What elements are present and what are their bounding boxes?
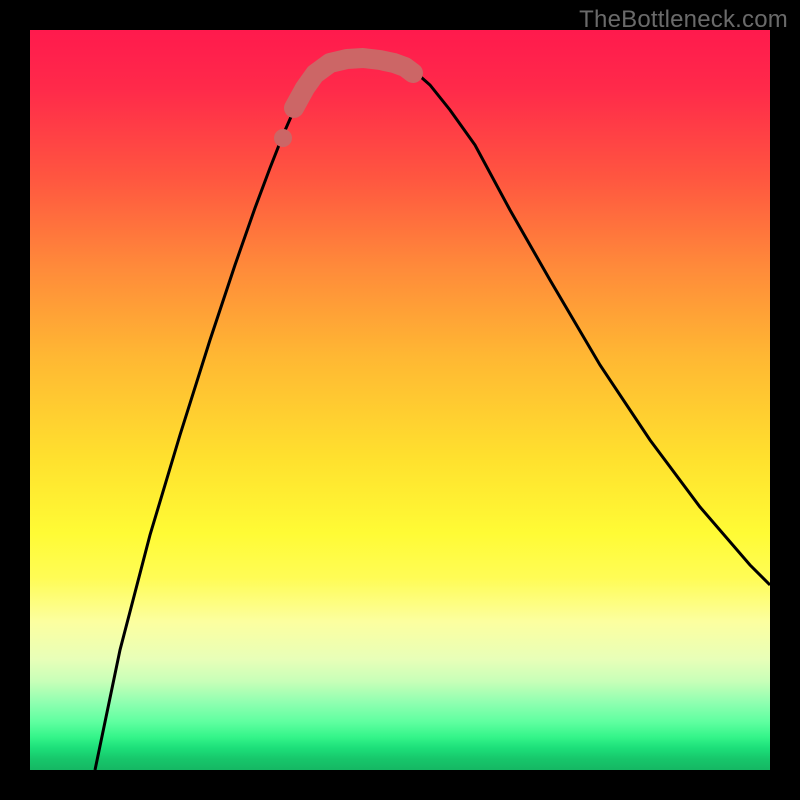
bottleneck-curve	[95, 57, 770, 770]
curve-layer	[30, 30, 770, 770]
highlight-band	[294, 58, 413, 108]
highlight-dot-outlier	[274, 129, 292, 147]
chart-container: TheBottleneck.com	[0, 0, 800, 800]
plot-area	[30, 30, 770, 770]
watermark-text: TheBottleneck.com	[579, 6, 788, 34]
